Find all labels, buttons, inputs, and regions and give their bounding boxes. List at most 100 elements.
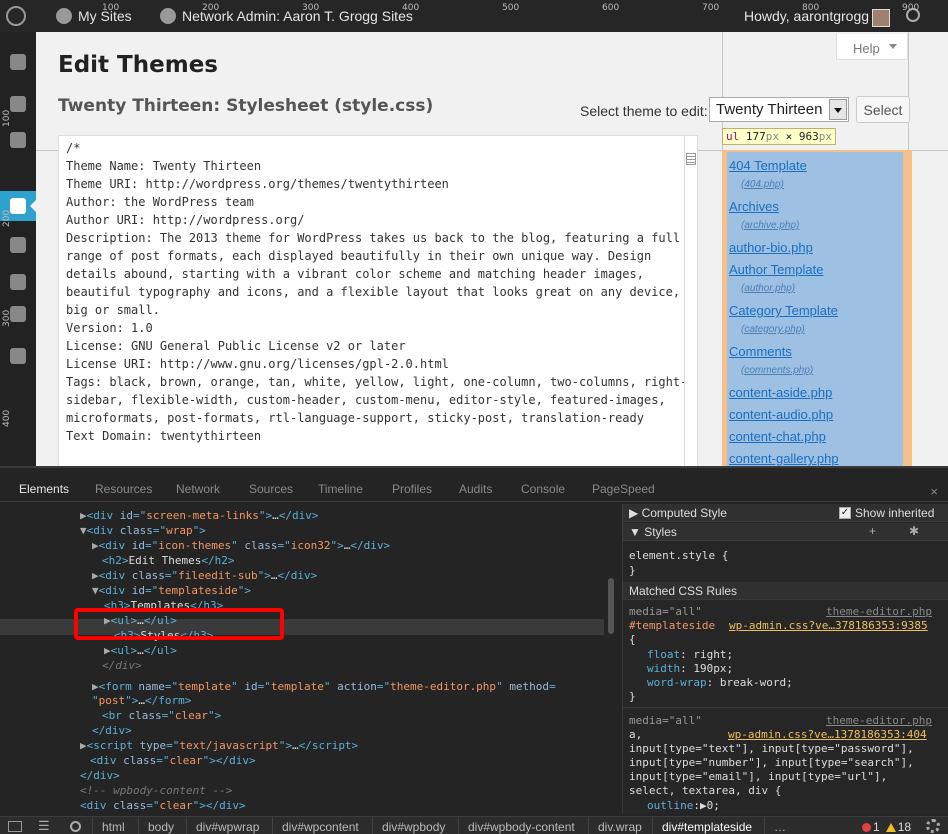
- rule-selector[interactable]: input[type="text"], input[type="password…: [629, 742, 914, 755]
- elements-scrollbar[interactable]: [608, 578, 614, 634]
- dom-node[interactable]: ▶<div id="screen-meta-links">…</div>: [80, 508, 318, 523]
- wordpress-logo-icon[interactable]: [6, 6, 26, 26]
- crumb-wpbody[interactable]: div#wpbody: [382, 820, 445, 834]
- theme-select[interactable]: Twenty Thirteen: [709, 97, 849, 122]
- dom-tree[interactable]: ▶<div id="screen-meta-links">…</div> ▼<d…: [0, 504, 612, 814]
- template-link[interactable]: content-chat.php: [729, 429, 826, 444]
- dom-node[interactable]: <div class="clear"></div>: [90, 753, 256, 768]
- template-file-link[interactable]: (comments.php): [741, 365, 813, 376]
- rule-selector[interactable]: input[type="email"], input[type="url"],: [629, 770, 887, 783]
- dom-node[interactable]: ▶<div id="icon-themes" class="icon32">…<…: [92, 538, 390, 553]
- crumb-wrap[interactable]: div.wrap: [598, 820, 642, 834]
- sites-icon[interactable]: [10, 237, 26, 253]
- element-style-rule[interactable]: element.style {: [629, 549, 728, 562]
- dom-node[interactable]: <!-- wpbody-content -->: [80, 783, 232, 798]
- crumb-wpwrap[interactable]: div#wpwrap: [196, 820, 259, 834]
- rule-selector[interactable]: #templateside: [629, 619, 715, 632]
- dom-node-selected[interactable]: ▼<div id="templateside">: [92, 583, 251, 598]
- tab-timeline[interactable]: Timeline: [318, 482, 363, 496]
- tab-network[interactable]: Network: [176, 482, 220, 496]
- dom-node[interactable]: </div>: [102, 658, 142, 673]
- plugins-icon[interactable]: [10, 96, 26, 112]
- crumb-templateside[interactable]: div#templateside: [662, 820, 752, 834]
- styles-header[interactable]: ▼ Styles + ✱: [623, 523, 948, 541]
- select-button[interactable]: Select: [856, 96, 910, 123]
- template-link[interactable]: content-gallery.php: [729, 451, 839, 466]
- code-editor-text[interactable]: /* Theme Name: Twenty Thirteen Theme URI…: [66, 139, 687, 445]
- template-link[interactable]: content-audio.php: [729, 407, 833, 422]
- computed-style-label: Computed Style: [641, 506, 727, 520]
- rule-source-link[interactable]: wp-admin.css?ve…1378186353:404: [728, 728, 927, 741]
- search-icon[interactable]: [70, 821, 81, 832]
- template-file-link[interactable]: (author.php): [741, 283, 795, 294]
- console-drawer-icon[interactable]: ☰: [38, 818, 52, 833]
- template-link[interactable]: Comments: [729, 344, 792, 359]
- error-warning-counter[interactable]: 1 18: [862, 820, 911, 834]
- dom-node[interactable]: ▶<script type="text/javascript">…</scrip…: [80, 738, 358, 753]
- dom-node[interactable]: ▶<ul>…</ul>: [104, 643, 177, 658]
- tab-audits[interactable]: Audits: [459, 482, 492, 496]
- search-icon[interactable]: [906, 8, 920, 22]
- template-file-link[interactable]: (404.php): [741, 179, 784, 190]
- template-file-link[interactable]: (category.php): [741, 324, 805, 335]
- themes-menu-active[interactable]: [0, 191, 36, 221]
- dom-node[interactable]: ▼<div class="wrap">: [80, 523, 206, 538]
- template-link[interactable]: Category Template: [729, 303, 838, 318]
- rule-open-brace: {: [629, 633, 636, 646]
- css-property[interactable]: float: right;: [647, 648, 733, 661]
- tab-elements[interactable]: Elements: [19, 482, 69, 496]
- dom-node[interactable]: <br class="clear">: [102, 708, 221, 723]
- updates-icon[interactable]: [10, 274, 26, 290]
- dashboard-icon[interactable]: [10, 54, 26, 70]
- network-admin-menu[interactable]: Network Admin: Aaron T. Grogg Sites: [160, 8, 413, 24]
- users-icon[interactable]: [10, 132, 26, 148]
- template-link[interactable]: author-bio.php: [729, 240, 813, 255]
- dom-node[interactable]: </div>: [92, 723, 132, 738]
- dom-node[interactable]: ▶<div class="fileedit-sub">…</div>: [92, 568, 317, 583]
- rule-source-link[interactable]: theme-editor.php: [826, 714, 932, 727]
- dock-icon[interactable]: [8, 821, 22, 832]
- tab-profiles[interactable]: Profiles: [392, 482, 432, 496]
- show-inherited-checkbox[interactable]: ✓: [839, 507, 851, 519]
- crumb-body[interactable]: body: [148, 820, 174, 834]
- gear-icon[interactable]: ✱: [909, 524, 919, 538]
- gear-icon[interactable]: [926, 819, 940, 833]
- tab-console[interactable]: Console: [521, 482, 565, 496]
- template-link[interactable]: Author Template: [729, 262, 823, 277]
- css-property[interactable]: word-wrap: break-word;: [647, 676, 793, 689]
- dom-node[interactable]: ▶<form name="template" id="template" act…: [92, 679, 556, 694]
- avatar[interactable]: [872, 9, 890, 27]
- rule-selector[interactable]: select, textarea, div {: [629, 784, 781, 797]
- template-file-link[interactable]: (archive.php): [741, 220, 799, 231]
- crumb-wpbody-content[interactable]: div#wpbody-content: [468, 820, 575, 834]
- css-property[interactable]: outline:▶0;: [647, 799, 720, 812]
- settings-icon[interactable]: [10, 306, 26, 322]
- add-rule-icon[interactable]: +: [869, 524, 876, 538]
- code-editor[interactable]: /* Theme Name: Twenty Thirteen Theme URI…: [58, 135, 698, 466]
- dom-node[interactable]: <div class="clear"></div>: [80, 798, 246, 813]
- dom-node[interactable]: <h2>Edit Themes</h2>: [102, 553, 234, 568]
- css-property[interactable]: width: 190px;: [647, 662, 733, 675]
- dom-node[interactable]: </div>: [80, 768, 120, 783]
- tab-resources[interactable]: Resources: [95, 482, 152, 496]
- rule-source-link[interactable]: theme-editor.php: [826, 605, 932, 618]
- collapse-menu-icon[interactable]: [10, 348, 26, 364]
- rule-selector[interactable]: a,: [629, 728, 642, 741]
- crumb-html[interactable]: html: [102, 820, 125, 834]
- rule-source-link[interactable]: wp-admin.css?ve…378186353:9385: [729, 619, 928, 632]
- template-link[interactable]: Archives: [729, 199, 779, 214]
- tab-sources[interactable]: Sources: [249, 482, 293, 496]
- crumb-wpcontent[interactable]: div#wpcontent: [282, 820, 359, 834]
- howdy-user-menu[interactable]: Howdy, aarontgrogg: [744, 8, 869, 24]
- tab-pagespeed[interactable]: PageSpeed: [592, 482, 655, 496]
- scroll-thumb[interactable]: [686, 153, 696, 165]
- template-link[interactable]: content-aside.php: [729, 385, 832, 400]
- rule-selector[interactable]: input[type="number"], input[type="search…: [629, 756, 914, 769]
- editor-scrollbar[interactable]: [684, 136, 697, 466]
- dom-node[interactable]: "post">…</form>: [92, 693, 191, 708]
- my-sites-menu[interactable]: My Sites: [56, 8, 132, 24]
- template-link[interactable]: 404 Template: [729, 158, 807, 173]
- crumb-more[interactable]: …: [774, 820, 786, 834]
- close-icon[interactable]: ×: [930, 484, 938, 499]
- help-button[interactable]: Help: [836, 34, 908, 60]
